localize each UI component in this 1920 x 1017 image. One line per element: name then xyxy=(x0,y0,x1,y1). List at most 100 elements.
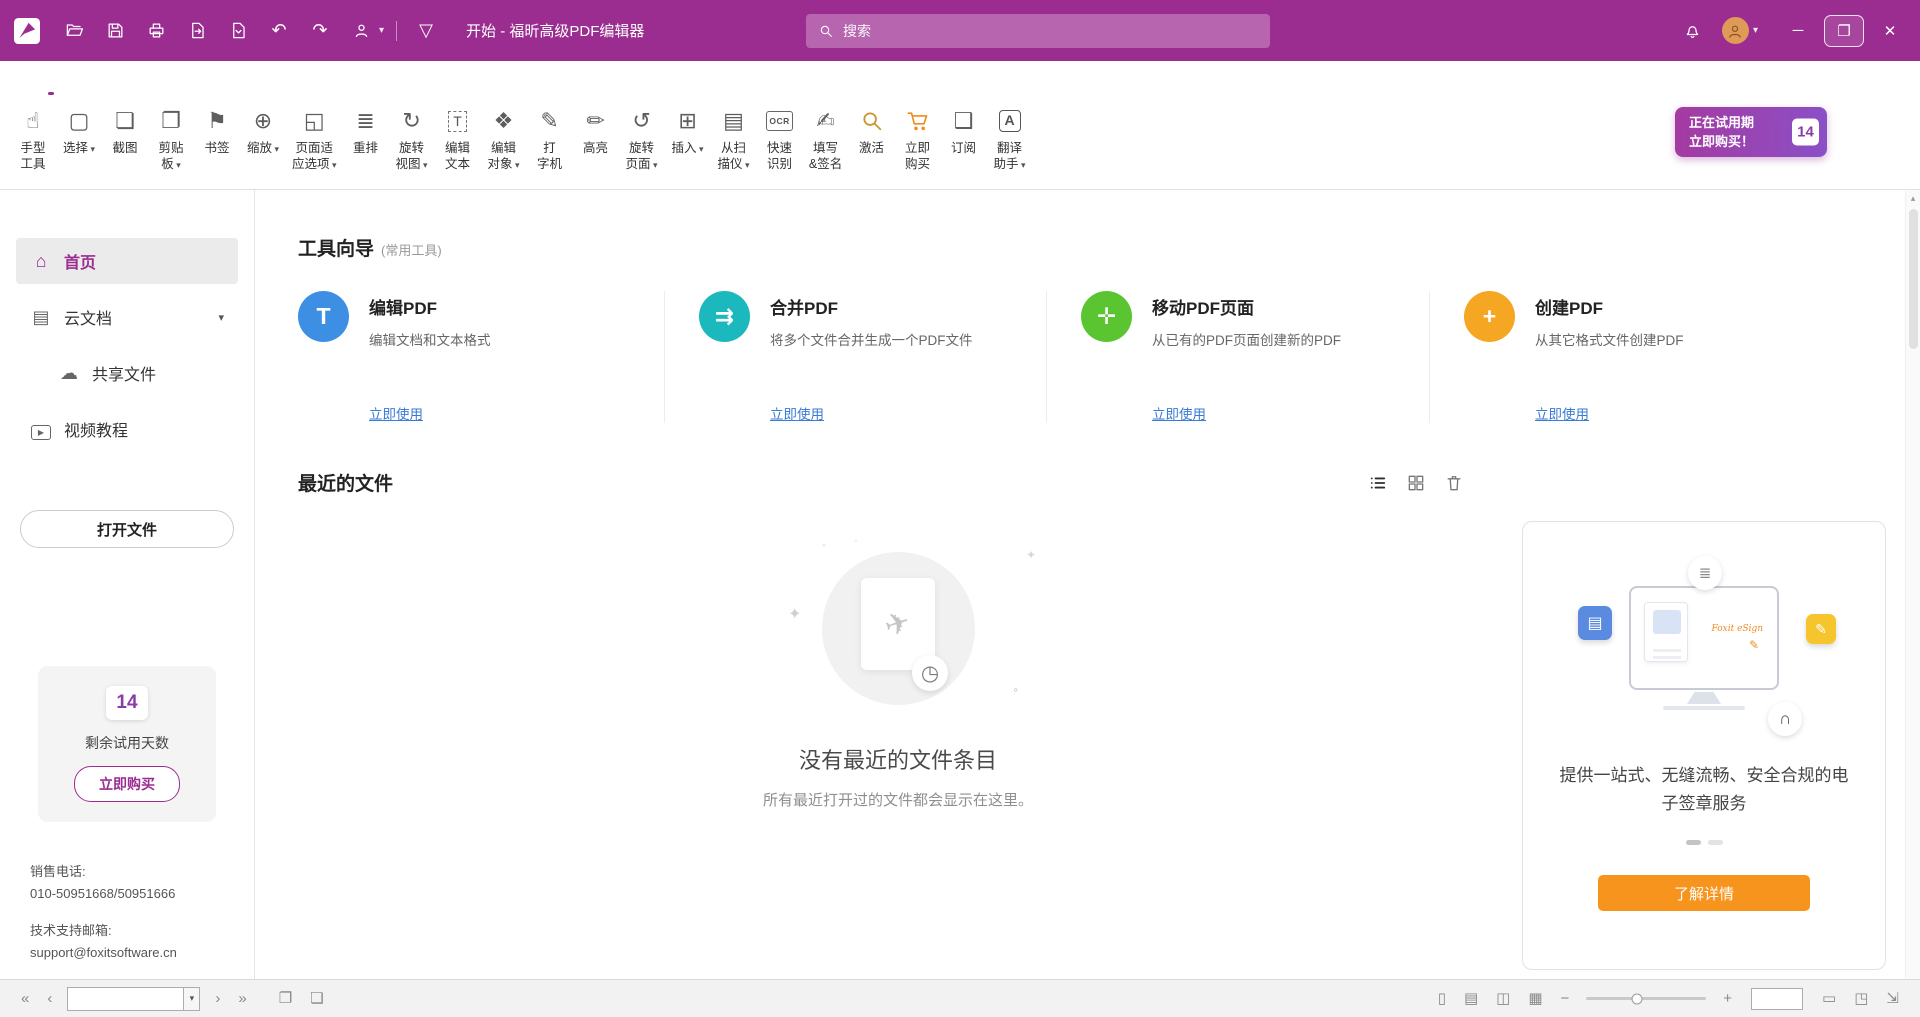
caret-down-icon[interactable]: ▾ xyxy=(379,25,384,36)
ribbon-button[interactable]: OCR 快速 识别 xyxy=(757,103,803,175)
account-menu[interactable]: ▾ xyxy=(1722,17,1758,44)
menu-item[interactable] xyxy=(276,81,306,95)
folder-open-icon[interactable] xyxy=(57,14,91,48)
ribbon-button[interactable]: ↻ 旋转 视图 xyxy=(389,103,435,175)
ribbon-button[interactable]: ▢ 选择 xyxy=(56,103,102,158)
facing-icon[interactable]: ◫ xyxy=(1487,991,1519,1006)
menu-item[interactable] xyxy=(96,81,126,95)
sidebar-item[interactable]: ▤ 云文档 ▾ xyxy=(16,294,238,340)
search-input[interactable] xyxy=(843,23,1258,39)
menu-item[interactable] xyxy=(186,81,216,95)
trial-buy-now-badge[interactable]: 正在试用期 立即购买！ 14 xyxy=(1675,107,1827,157)
ribbon-button[interactable]: ❐ 剪贴 板 xyxy=(148,103,194,175)
sidebar-item[interactable]: ⌂ 首页 ▾ xyxy=(16,238,238,284)
ribbon-button[interactable]: ❏ 截图 xyxy=(102,103,148,158)
ribbon-button[interactable]: ◱ 页面适 应选项 xyxy=(286,103,343,175)
last-page-icon[interactable]: » xyxy=(229,991,255,1006)
fit-width-icon[interactable]: ▭ xyxy=(1813,991,1845,1006)
carousel-dot-active[interactable] xyxy=(1686,840,1701,845)
ribbon-button[interactable]: T 编辑 文本 xyxy=(435,103,481,175)
menu-item[interactable] xyxy=(6,81,36,95)
ribbon-button[interactable]: ☝ 手型 工具 xyxy=(10,103,56,175)
page-number-input[interactable] xyxy=(67,987,183,1011)
ribbon-button[interactable]: ⊞ 插入 xyxy=(665,103,711,158)
convert-icon[interactable] xyxy=(221,14,255,48)
hide-ribbon-icon[interactable]: ▽ xyxy=(409,14,443,48)
use-now-link[interactable]: 立即使用 xyxy=(369,403,423,423)
sidebar-item[interactable]: ▶ 视频教程 ▾ xyxy=(16,406,238,452)
list-view-icon[interactable] xyxy=(1368,473,1388,493)
support-email-address[interactable]: support@foxitsoftware.cn xyxy=(30,942,254,963)
sidebar-item[interactable]: ☁ 共享文件 ▾ xyxy=(44,350,238,396)
menu-item[interactable] xyxy=(66,81,96,95)
search-box[interactable] xyxy=(806,14,1270,48)
zoom-slider-thumb[interactable] xyxy=(1631,993,1642,1004)
clipboard2-icon[interactable]: ❏ xyxy=(301,991,332,1006)
menu-item[interactable] xyxy=(366,81,396,95)
prev-page-icon[interactable]: ‹ xyxy=(38,991,61,1006)
id-card-icon: ▤ xyxy=(1578,606,1612,640)
ribbon-button[interactable]: ⚑ 书签 xyxy=(194,103,240,158)
print-icon[interactable] xyxy=(139,14,173,48)
buy-now-button[interactable]: 立即购买 xyxy=(74,766,180,802)
user-key-icon[interactable] xyxy=(344,14,378,48)
ribbon-button[interactable]: 激活 xyxy=(849,103,895,158)
ribbon-button[interactable]: ⊕ 缩放 xyxy=(240,103,286,158)
expand-icon[interactable]: ⇲ xyxy=(1877,991,1908,1006)
trash-icon[interactable] xyxy=(1444,473,1464,493)
ribbon-button[interactable]: ❑ 订阅 xyxy=(941,103,987,158)
zoom-level-input[interactable] xyxy=(1751,988,1803,1010)
close-icon[interactable]: ✕ xyxy=(1868,11,1912,51)
save-icon[interactable] xyxy=(98,14,132,48)
caret-up-icon[interactable]: ▴ xyxy=(1911,193,1916,204)
ribbon-button[interactable]: 立即 购买 xyxy=(895,103,941,175)
ribbon-button[interactable]: ▤ 从扫 描仪 xyxy=(711,103,757,175)
learn-more-button[interactable]: 了解详情 xyxy=(1598,875,1810,911)
first-page-icon[interactable]: « xyxy=(12,991,38,1006)
next-page-icon[interactable]: › xyxy=(206,991,229,1006)
menu-item[interactable] xyxy=(396,81,426,95)
ribbon-button[interactable]: ✍ 填写 &签名 xyxy=(803,103,849,175)
menu-item[interactable] xyxy=(216,81,246,95)
export-icon[interactable] xyxy=(180,14,214,48)
ribbon-button[interactable]: ❖ 编辑 对象 xyxy=(481,103,527,175)
grid-view-icon[interactable] xyxy=(1406,473,1426,493)
zoom-in-icon[interactable]: + xyxy=(1714,991,1741,1006)
menu-item[interactable] xyxy=(156,81,186,95)
restore-icon[interactable]: ❐ xyxy=(1824,15,1864,47)
zoom-out-icon[interactable]: − xyxy=(1552,991,1579,1006)
page-number-box: ▾ xyxy=(67,987,200,1011)
minimize-icon[interactable]: ─ xyxy=(1776,11,1820,51)
undo-icon[interactable]: ↶ xyxy=(262,14,296,48)
use-now-link[interactable]: 立即使用 xyxy=(1152,403,1206,423)
menu-item[interactable] xyxy=(246,81,276,95)
ribbon-button[interactable]: A 翻译 助手 xyxy=(987,103,1033,175)
ribbon-button[interactable]: ↺ 旋转 页面 xyxy=(619,103,665,175)
vertical-scrollbar[interactable]: ▴ xyxy=(1905,190,1920,979)
menu-item[interactable] xyxy=(336,81,366,95)
use-now-link[interactable]: 立即使用 xyxy=(1535,403,1589,423)
tool-card: ✛ 移动PDF页面 从已有的PDF页面创建新的PDF 立即使用 xyxy=(1046,291,1429,423)
snapshot-icon: ❏ xyxy=(115,105,135,137)
open-file-button[interactable]: 打开文件 xyxy=(20,510,234,548)
zoom-slider[interactable] xyxy=(1586,997,1706,1000)
use-now-link[interactable]: 立即使用 xyxy=(770,403,824,423)
carousel-dot[interactable] xyxy=(1708,840,1723,845)
bell-icon[interactable] xyxy=(1676,14,1710,48)
facing-continuous-icon[interactable]: ▦ xyxy=(1519,991,1551,1006)
menu-item[interactable] xyxy=(126,81,156,95)
redo-icon[interactable]: ↷ xyxy=(303,14,337,48)
menu-item[interactable] xyxy=(306,81,336,95)
continuous-icon[interactable]: ▤ xyxy=(1455,991,1487,1006)
ribbon-button[interactable]: ✎ 打 字机 xyxy=(527,103,573,175)
tool-card-title: 编辑PDF xyxy=(369,294,491,319)
scrollbar-thumb[interactable] xyxy=(1909,209,1918,349)
single-page-icon[interactable]: ▯ xyxy=(1429,991,1455,1006)
fit-page-icon[interactable]: ◳ xyxy=(1845,991,1877,1006)
caret-down-icon[interactable]: ▾ xyxy=(183,987,200,1011)
menu-item[interactable] xyxy=(36,81,66,95)
snapshot2-icon[interactable]: ❐ xyxy=(270,991,301,1006)
carousel-dots xyxy=(1686,840,1723,845)
ribbon-button[interactable]: ✏ 高亮 xyxy=(573,103,619,158)
ribbon-button[interactable]: ≣ 重排 xyxy=(343,103,389,158)
